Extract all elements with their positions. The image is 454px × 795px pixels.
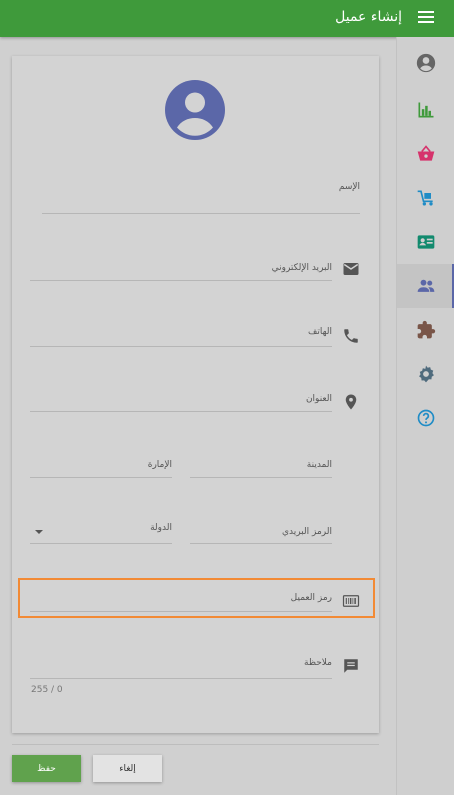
contact-card-icon [417,235,435,249]
help-icon [417,409,435,427]
app-bar: إنشاء عميل [0,0,454,37]
address-label: العنوان [305,394,332,404]
note-label: ملاحظة [304,658,332,668]
rail-extensions[interactable] [397,308,454,352]
emirate-label: الإمارة [147,460,172,470]
chevron-down-icon [35,530,43,534]
comment-icon [344,659,358,673]
delivery-cart-icon [417,190,433,206]
settings-icon [419,365,434,383]
puzzle-icon [417,320,436,339]
email-field[interactable]: البريد الإلكتروني [30,258,332,281]
basket-icon [417,145,435,161]
people-icon [417,279,435,292]
rail-settings[interactable] [397,352,454,396]
avatar-placeholder-icon[interactable] [165,80,225,140]
emirate-field[interactable]: الإمارة [30,455,172,478]
rail-delivery[interactable] [397,176,454,220]
postal-code-field[interactable]: الرمز البريدي [190,521,332,544]
page-title: إنشاء عميل [335,9,402,25]
rail-basket[interactable] [397,132,454,176]
country-select[interactable]: الدولة [30,521,172,544]
barcode-icon [342,595,360,607]
name-label: الإسم [338,182,360,192]
name-field[interactable]: الإسم [42,176,360,214]
address-field[interactable]: العنوان [30,389,332,412]
phone-icon [344,329,358,343]
save-button[interactable]: حفظ [12,755,81,782]
footer-divider [12,744,379,745]
hamburger-menu-icon[interactable] [418,11,434,25]
customer-code-label: رمز العميل [290,593,332,603]
phone-label: الهاتف [308,327,332,337]
note-char-counter: 255 / 0 [31,685,63,695]
postal-code-label: الرمز البريدي [281,527,332,537]
email-icon [343,263,359,275]
rail-customers[interactable] [397,264,454,308]
customer-code-field[interactable]: رمز العميل [30,590,332,612]
rail-contacts[interactable] [397,220,454,264]
navigation-rail [396,37,454,795]
city-label: المدينة [306,460,332,470]
phone-field[interactable]: الهاتف [30,324,332,347]
rail-account[interactable] [397,41,454,85]
city-field[interactable]: المدينة [190,455,332,478]
bar-chart-icon [418,102,434,118]
account-circle-icon [416,53,436,73]
country-label: الدولة [150,523,172,533]
location-pin-icon [345,394,357,410]
note-field[interactable]: ملاحظة [30,655,332,679]
cancel-button[interactable]: إلغاء [93,755,162,782]
rail-reports[interactable] [397,88,454,132]
rail-help[interactable] [397,396,454,440]
email-label: البريد الإلكتروني [271,263,332,273]
